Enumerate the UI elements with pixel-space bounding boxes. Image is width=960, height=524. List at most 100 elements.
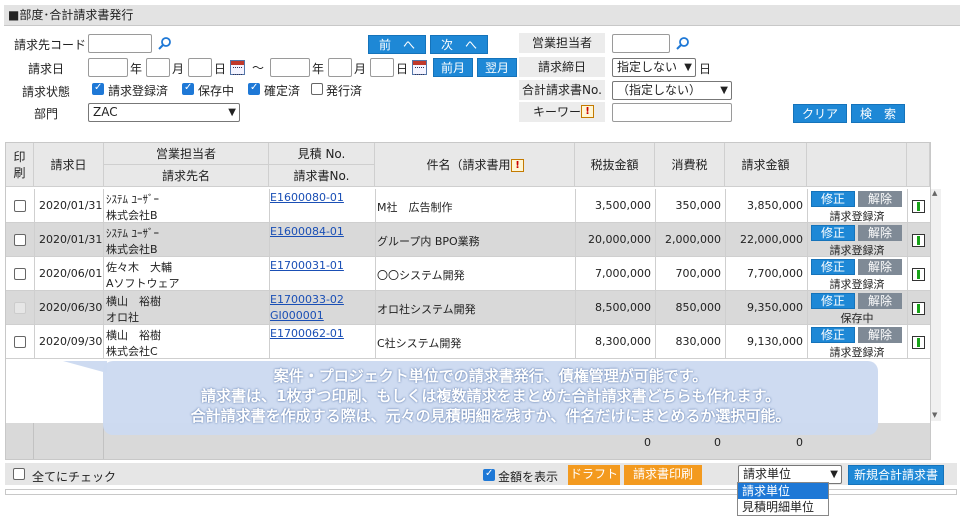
status-check-confirmed[interactable]	[248, 82, 260, 95]
department-select[interactable]: ZAC ▼	[88, 103, 240, 122]
next-month-button[interactable]: 翌月	[477, 58, 517, 77]
edit-button[interactable]: 修正	[811, 293, 855, 309]
column-divider	[907, 223, 908, 257]
window-title: ■部度･合計請求書発行	[4, 5, 960, 26]
estimate-link[interactable]: E1600084-01	[270, 225, 344, 238]
date-cell: 2020/06/30	[34, 291, 104, 325]
search-icon[interactable]	[676, 36, 690, 50]
calendar-icon[interactable]	[412, 60, 427, 75]
from-month-input[interactable]	[146, 58, 170, 77]
edit-button[interactable]: 修正	[811, 259, 855, 275]
column-divider	[907, 257, 908, 291]
cancel-button[interactable]: 解除	[858, 327, 902, 343]
from-year-input[interactable]	[88, 58, 128, 77]
detail-icon[interactable]	[912, 302, 925, 315]
estimate-link[interactable]: E1700062-01	[270, 327, 344, 340]
draft-button[interactable]: ドラフト	[568, 465, 620, 485]
column-divider	[807, 257, 808, 291]
pretax-amount: 8,300,000	[595, 335, 651, 348]
sales-rep-label: 営業担当者	[519, 33, 605, 53]
to-year-input[interactable]	[270, 58, 310, 77]
closing-day-select[interactable]: 指定しない ▼	[612, 58, 696, 77]
cancel-button[interactable]: 解除	[858, 225, 902, 241]
header-print-text: 印刷	[13, 150, 26, 180]
row-print-checkbox[interactable]	[14, 302, 26, 314]
column-divider	[375, 257, 376, 291]
cancel-button[interactable]: 解除	[858, 259, 902, 275]
unit-option[interactable]: 見積明細単位	[738, 499, 828, 515]
edit-button[interactable]: 修正	[811, 327, 855, 343]
status-label-confirmed: 確定済	[264, 84, 301, 98]
row-print-checkbox[interactable]	[14, 268, 26, 280]
header-actions	[807, 143, 907, 187]
clear-button[interactable]: クリア	[793, 104, 847, 123]
prev-button[interactable]: 前 へ	[368, 35, 426, 54]
search-icon[interactable]	[158, 36, 172, 50]
edit-button[interactable]: 修正	[811, 191, 855, 207]
check-all-checkbox[interactable]	[13, 468, 25, 480]
column-divider	[375, 291, 376, 325]
sales-rep-input[interactable]	[612, 34, 670, 53]
edit-button[interactable]: 修正	[811, 225, 855, 241]
header-subject: 件名（請求書用）	[375, 143, 575, 187]
new-total-invoice-button[interactable]: 新規合計請求書	[848, 465, 944, 485]
prev-month-button[interactable]: 前月	[433, 58, 473, 77]
cancel-button[interactable]: 解除	[858, 293, 902, 309]
vertical-scrollbar[interactable]: ▲ ▼	[931, 189, 941, 421]
client-name: オロ社	[106, 311, 139, 324]
billing-amount: 7,700,000	[747, 267, 803, 280]
estimate-link[interactable]: E1600080-01	[270, 191, 344, 204]
detail-icon[interactable]	[912, 268, 925, 281]
detail-icon[interactable]	[912, 234, 925, 247]
detail-icon[interactable]	[912, 336, 925, 349]
keyword-input[interactable]	[612, 103, 732, 122]
show-amount-label: 金額を表示	[498, 470, 559, 484]
row-print-checkbox[interactable]	[14, 234, 26, 246]
subject: オロ社システム開発	[377, 303, 476, 316]
calendar-icon[interactable]	[230, 60, 245, 75]
callout-line-2: 請求書は、1枚ずつ印刷、もしくは複数請求をまとめた合計請求書どちらも作れます。	[201, 387, 780, 405]
print-invoice-button[interactable]: 請求書印刷	[624, 465, 702, 485]
estimate-link[interactable]: E1700031-01	[270, 259, 344, 272]
status-check-registered[interactable]	[92, 82, 104, 95]
estimate-link[interactable]: E1700033-02	[270, 293, 344, 306]
cancel-button[interactable]: 解除	[858, 191, 902, 207]
sales-rep-name: 佐々木 大輔	[106, 261, 172, 274]
search-button[interactable]: 検 索	[851, 104, 905, 123]
column-divider	[807, 325, 808, 359]
callout-line-3: 合計請求書を作成する際は、元々の見積明細を残すか、件名だけにまとめるか選択可能。	[190, 407, 791, 425]
billing-amount: 22,000,000	[740, 233, 803, 246]
status-label-registered: 請求登録済	[108, 84, 169, 98]
month-unit: 月	[354, 62, 367, 76]
column-divider	[375, 189, 376, 223]
unit-option[interactable]: 請求単位	[738, 483, 828, 499]
tax-amount: 850,000	[675, 301, 722, 314]
scroll-down-icon[interactable]: ▼	[932, 411, 937, 419]
totals-cell	[6, 423, 34, 459]
total-invoice-no-value: （指定しない）	[617, 83, 702, 97]
column-divider	[907, 189, 908, 223]
scroll-up-icon[interactable]: ▲	[932, 189, 937, 197]
show-amount-checkbox[interactable]	[483, 468, 495, 481]
day-unit: 日	[214, 62, 227, 76]
header-client-name: 請求先名	[104, 165, 269, 187]
to-month-input[interactable]	[328, 58, 352, 77]
invoice-link[interactable]: GI000001	[270, 309, 324, 322]
to-day-input[interactable]	[370, 58, 394, 77]
date-cell: 2020/01/31	[34, 223, 104, 257]
warning-icon: !	[581, 105, 594, 118]
next-button[interactable]: 次 へ	[430, 35, 488, 54]
billing-amount: 9,350,000	[747, 301, 803, 314]
row-print-checkbox[interactable]	[14, 200, 26, 212]
client-code-input[interactable]	[88, 34, 152, 53]
sales-rep-name: 横山 裕樹	[106, 329, 161, 342]
detail-icon[interactable]	[912, 200, 925, 213]
status-check-saving[interactable]	[182, 82, 194, 95]
from-day-input[interactable]	[188, 58, 212, 77]
row-print-checkbox[interactable]	[14, 336, 26, 348]
status-check-issued[interactable]	[311, 83, 323, 95]
header-icon-col	[907, 143, 930, 187]
row-status: 請求登録済	[829, 244, 885, 257]
total-invoice-no-select[interactable]: （指定しない） ▼	[612, 81, 732, 100]
pretax-amount: 8,500,000	[595, 301, 651, 314]
